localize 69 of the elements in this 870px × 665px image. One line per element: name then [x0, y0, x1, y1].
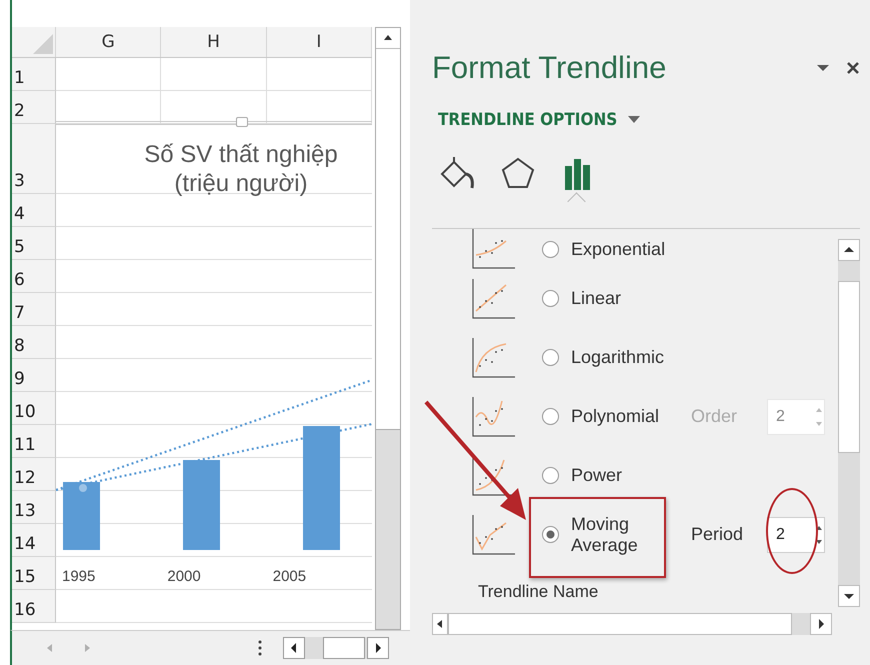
- sheet-cell[interactable]: [56, 91, 162, 124]
- scroll-left-icon[interactable]: [432, 613, 448, 635]
- row-header[interactable]: 13: [12, 491, 56, 524]
- scroll-up-icon[interactable]: [838, 239, 860, 261]
- radio-button[interactable]: [542, 349, 559, 366]
- trendline-type-icon: [472, 229, 516, 269]
- scroll-right-icon[interactable]: [367, 637, 389, 659]
- number-spinner[interactable]: 2: [767, 516, 825, 552]
- row-header[interactable]: 12: [12, 458, 56, 491]
- row-header[interactable]: 14: [12, 524, 56, 557]
- axis-label: 1995: [62, 568, 96, 585]
- scroll-left-icon[interactable]: [283, 637, 305, 659]
- row-header[interactable]: 10: [12, 392, 56, 425]
- parameter-label: Period: [691, 524, 744, 545]
- scroll-down-icon[interactable]: [838, 585, 860, 607]
- row-header[interactable]: 2: [12, 91, 56, 124]
- scroll-right-icon[interactable]: [810, 613, 832, 635]
- trendline-type-icon: [472, 278, 516, 318]
- scrollbar-thumb[interactable]: [376, 49, 400, 430]
- row-header[interactable]: 15: [12, 557, 56, 590]
- radio-button[interactable]: [542, 240, 559, 258]
- vertical-scrollbar[interactable]: [838, 239, 860, 607]
- resize-handle[interactable]: [236, 117, 248, 127]
- option-label[interactable]: Power: [571, 465, 683, 486]
- option-label[interactable]: Logarithmic: [571, 347, 683, 368]
- option-label[interactable]: Linear: [571, 288, 683, 309]
- row-header[interactable]: 1: [12, 58, 56, 91]
- scroll-up-icon[interactable]: [376, 28, 400, 49]
- section-dropdown[interactable]: TRENDLINE OPTIONS: [432, 110, 642, 130]
- radio-button[interactable]: [542, 467, 559, 484]
- axis-label: 2000: [167, 568, 201, 585]
- caret-icon[interactable]: [627, 115, 642, 125]
- vertical-scrollbar[interactable]: [375, 27, 401, 630]
- parameter-label: Order: [691, 406, 738, 427]
- option-label[interactable]: Moving Average: [571, 514, 671, 556]
- column-header[interactable]: H: [161, 27, 267, 57]
- trendline-type-icon: [472, 396, 516, 436]
- trendline-type-icon: [472, 514, 516, 554]
- row-header[interactable]: 5: [12, 227, 56, 260]
- close-icon[interactable]: [846, 61, 860, 75]
- chart-title: Số SV thất nghiệp (triệu người): [143, 141, 339, 199]
- sheet-cell[interactable]: [266, 91, 372, 124]
- trendline[interactable]: [56, 422, 372, 492]
- radio-button[interactable]: [542, 526, 559, 543]
- trendline[interactable]: [56, 378, 372, 492]
- option-label[interactable]: Exponential: [571, 238, 683, 260]
- row-header[interactable]: 9: [12, 359, 56, 392]
- scrollbar-thumb[interactable]: [838, 281, 860, 453]
- row-header[interactable]: 8: [12, 326, 56, 359]
- trendline-type-icon: [472, 338, 516, 378]
- row-header[interactable]: 4: [12, 194, 56, 227]
- row-header[interactable]: 3: [12, 124, 56, 194]
- horizontal-scrollbar[interactable]: [283, 637, 389, 659]
- trendline-name-label: Trendline Name: [477, 582, 600, 602]
- row-header[interactable]: 7: [12, 293, 56, 326]
- column-header[interactable]: G: [56, 27, 162, 57]
- axis-label: 2005: [272, 568, 306, 585]
- pane-title: Format Trendline: [432, 50, 668, 86]
- dropdown-icon[interactable]: [816, 63, 830, 73]
- sheet-cell[interactable]: [266, 58, 372, 91]
- sheet-cell[interactable]: [56, 58, 162, 91]
- row-header[interactable]: 11: [12, 425, 56, 458]
- column-header[interactable]: I: [266, 27, 372, 57]
- scrollbar-thumb[interactable]: [323, 637, 365, 659]
- radio-button[interactable]: [542, 290, 559, 307]
- splitter-icon[interactable]: [257, 638, 263, 658]
- row-header[interactable]: 16: [12, 590, 56, 623]
- sheet-cell[interactable]: [161, 58, 267, 91]
- row-header[interactable]: 6: [12, 260, 56, 293]
